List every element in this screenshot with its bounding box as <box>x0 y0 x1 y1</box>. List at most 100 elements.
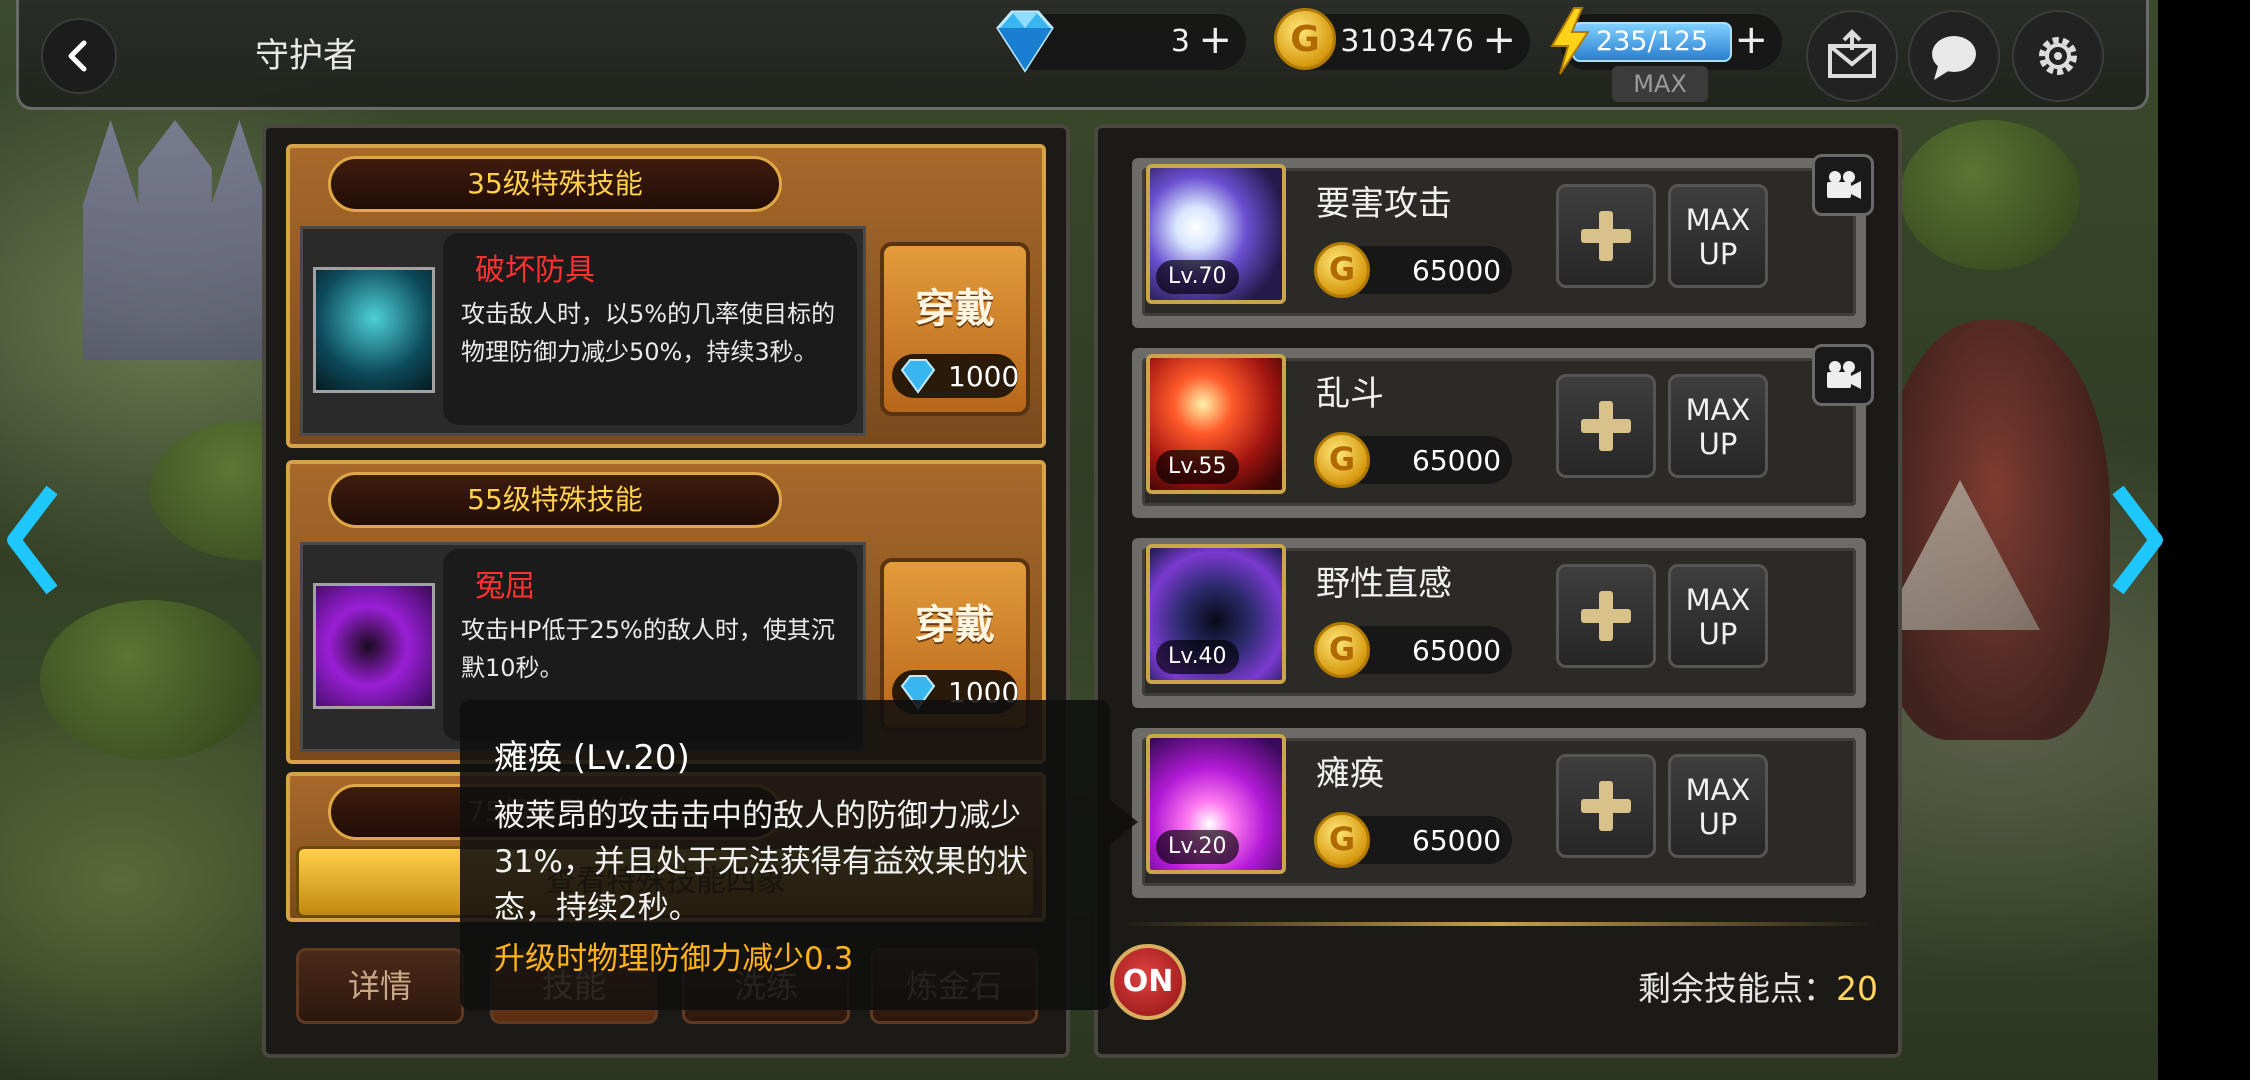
upgrade-cost: G 65000 <box>1314 622 1512 678</box>
skill-name: 乱斗 <box>1316 374 1384 414</box>
gold-coin-icon: G <box>1274 8 1336 70</box>
skill-name: 要害攻击 <box>1316 184 1452 224</box>
plus-icon <box>1581 211 1631 261</box>
divider <box>1118 922 1878 926</box>
max-up-label: MAX <box>1685 773 1751 807</box>
chevron-left-icon[interactable] <box>0 480 70 600</box>
wild-instinct-skill-icon: Lv.40 <box>1146 544 1286 684</box>
skill-name: 冤屈 <box>475 569 535 604</box>
add-energy-icon[interactable]: + <box>1734 20 1768 60</box>
remaining-skill-points-value: 20 <box>1836 969 1878 1008</box>
armor-break-skill-icon <box>313 267 435 393</box>
equip-label: 穿戴 <box>915 602 995 648</box>
tab-details[interactable]: 详情 <box>296 948 464 1024</box>
gold-coin-icon: G <box>1314 432 1370 488</box>
remaining-skill-points: 剩余技能点：20 <box>1638 962 1878 1010</box>
max-up-button[interactable]: MAX UP <box>1668 564 1768 668</box>
skill-description: 攻击HP低于25%的敌人时，使其沉默10秒。 <box>461 616 835 682</box>
max-up-label: MAX <box>1685 203 1751 237</box>
plus-icon <box>1581 401 1631 451</box>
equip-label: 穿戴 <box>915 286 995 332</box>
video-camera-icon <box>1827 361 1861 389</box>
skill-tooltip: 瘫痪 (Lv.20) 被莱昂的攻击击中的敌人的防御力减少31%，并且处于无法获得… <box>460 700 1138 1010</box>
grievance-skill-icon <box>313 583 435 709</box>
plus-icon <box>1581 781 1631 831</box>
tree-scenery <box>40 600 260 760</box>
skill-level-badge: Lv.20 <box>1156 830 1239 864</box>
energy-value: 235/125 <box>1595 26 1709 57</box>
chevron-right-icon[interactable] <box>2100 480 2170 600</box>
upgrade-skill-button[interactable] <box>1556 184 1656 288</box>
gold-coin-icon: G <box>1314 622 1370 678</box>
diamond-icon <box>900 359 936 394</box>
skill-level-badge: Lv.70 <box>1156 260 1239 294</box>
upgrade-cost: G 65000 <box>1314 812 1512 868</box>
tree-scenery <box>1900 120 2080 270</box>
skill-name: 破坏防具 <box>475 253 595 288</box>
skill-description-box: 破坏防具 攻击敌人时，以5%的几率使目标的物理防御力减少50%，持续3秒。 <box>443 233 857 425</box>
monster-scenery <box>1880 320 2110 740</box>
settings-button[interactable] <box>2012 10 2104 102</box>
diamond-icon <box>996 10 1054 73</box>
special-skill-card-35: 35级特殊技能 破坏防具 攻击敌人时，以5%的几率使目标的物理防御力减少50%，… <box>286 144 1046 448</box>
energy-bar: 235/125 <box>1572 22 1732 62</box>
chat-bubble-icon <box>1932 36 1976 80</box>
add-gems-icon[interactable]: + <box>1198 20 1232 60</box>
skill-level-badge: Lv.40 <box>1156 640 1239 674</box>
brawl-skill-icon: Lv.55 <box>1146 354 1286 494</box>
skill-row-paralysis: Lv.20 瘫痪 G 65000 MAX UP <box>1132 728 1866 898</box>
gold-coin-icon: G <box>1314 242 1370 298</box>
gear-icon <box>2039 37 2077 75</box>
upgrade-skill-button[interactable] <box>1556 564 1656 668</box>
page-title: 守护者 <box>255 36 357 76</box>
skill-level-banner: 35级特殊技能 <box>328 156 782 212</box>
castle-scenery <box>83 120 267 360</box>
skill-video-button[interactable] <box>1812 344 1874 406</box>
upgrade-cost-value: 65000 <box>1412 444 1502 477</box>
add-gold-icon[interactable]: + <box>1482 20 1516 60</box>
vital-strike-skill-icon: Lv.70 <box>1146 164 1286 304</box>
equip-button[interactable]: 穿戴 1000 <box>880 242 1030 416</box>
skill-video-button[interactable] <box>1812 154 1874 216</box>
plus-icon <box>1581 591 1631 641</box>
max-up-button[interactable]: MAX UP <box>1668 374 1768 478</box>
gold-coin-icon: G <box>1314 812 1370 868</box>
upgrade-skill-button[interactable] <box>1556 754 1656 858</box>
skill-row-wild-instinct: Lv.40 野性直感 G 65000 MAX UP <box>1132 538 1866 708</box>
chat-button[interactable] <box>1908 10 2000 102</box>
lightning-icon <box>1550 7 1590 75</box>
max-up-button[interactable]: MAX UP <box>1668 754 1768 858</box>
auto-toggle-button[interactable]: ON <box>1110 944 1186 1020</box>
tooltip-pointer <box>1110 800 1138 844</box>
skill-name: 瘫痪 <box>1316 754 1384 794</box>
skill-row-brawl: Lv.55 乱斗 G 65000 MAX UP <box>1132 348 1866 518</box>
max-up-label: UP <box>1698 427 1738 461</box>
video-camera-icon <box>1827 171 1861 199</box>
upgrade-cost-value: 65000 <box>1412 824 1502 857</box>
skill-description: 攻击敌人时，以5%的几率使目标的物理防御力减少50%，持续3秒。 <box>461 300 836 366</box>
upgrade-skill-button[interactable] <box>1556 374 1656 478</box>
max-up-label: MAX <box>1685 583 1751 617</box>
tooltip-title: 瘫痪 (Lv.20) <box>494 738 690 778</box>
remaining-skill-points-label: 剩余技能点： <box>1638 969 1836 1008</box>
back-button[interactable] <box>41 18 117 94</box>
skill-card-body: 破坏防具 攻击敌人时，以5%的几率使目标的物理防御力减少50%，持续3秒。 <box>300 226 866 436</box>
mail-icon <box>1828 29 1876 78</box>
max-up-label: MAX <box>1685 393 1751 427</box>
mail-button[interactable] <box>1806 10 1898 102</box>
upgrade-cost-value: 65000 <box>1412 254 1502 287</box>
energy-max-tag: MAX <box>1612 66 1708 102</box>
max-up-button[interactable]: MAX UP <box>1668 184 1768 288</box>
equip-cost-value: 1000 <box>948 360 1020 393</box>
tooltip-level-bonus: 升级时物理防御力减少0.3 <box>494 941 854 977</box>
skills-upgrade-panel: Lv.70 要害攻击 G 65000 MAX UP Lv.55 乱斗 G 650… <box>1094 124 1902 1058</box>
screen-edge <box>2158 0 2250 1080</box>
max-up-label: UP <box>1698 237 1738 271</box>
upgrade-cost-value: 65000 <box>1412 634 1502 667</box>
upgrade-cost: G 65000 <box>1314 242 1512 298</box>
skill-row-vital-strike: Lv.70 要害攻击 G 65000 MAX UP <box>1132 158 1866 328</box>
gem-count: 3 <box>1170 24 1190 59</box>
tooltip-description: 被莱昂的攻击击中的敌人的防御力减少31%，并且处于无法获得有益效果的状态，持续2… <box>494 798 1028 926</box>
skill-name: 野性直感 <box>1316 564 1452 604</box>
gold-count: 3103476 <box>1340 24 1474 59</box>
